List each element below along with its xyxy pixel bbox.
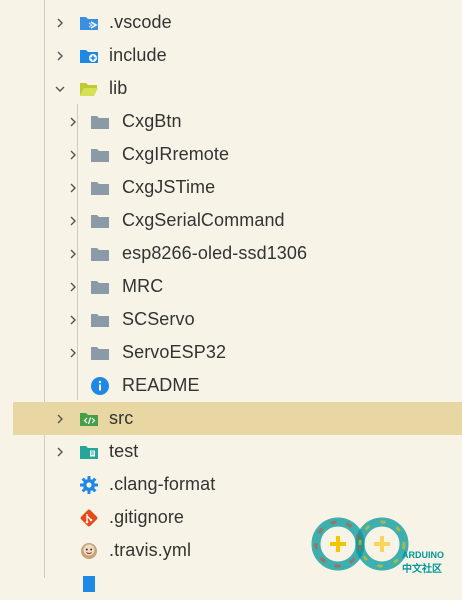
test-folder-icon bbox=[79, 442, 99, 462]
folder-icon bbox=[90, 244, 110, 264]
chevron-right-icon[interactable] bbox=[66, 346, 80, 360]
tree-item-label: .clang-format bbox=[109, 474, 216, 494]
tree-item-include[interactable]: include bbox=[0, 39, 462, 72]
tree-item-servoesp32[interactable]: ServoESP32 bbox=[0, 336, 462, 369]
travis-icon bbox=[79, 541, 99, 561]
include-folder-icon bbox=[79, 46, 99, 66]
git-icon bbox=[79, 508, 99, 528]
folder-icon bbox=[90, 145, 110, 165]
tree-item-label: .travis.yml bbox=[109, 540, 192, 560]
tree-item-label: SCServo bbox=[122, 309, 195, 329]
folder-icon bbox=[90, 178, 110, 198]
tree-item-label: CxgJSTime bbox=[122, 177, 216, 197]
folder-icon bbox=[90, 310, 110, 330]
tree-item-lib[interactable]: lib bbox=[0, 72, 462, 105]
tree-item-label: CxgBtn bbox=[122, 111, 182, 131]
chevron-right-icon[interactable] bbox=[53, 412, 67, 426]
gear-icon bbox=[79, 475, 99, 495]
chevron-right-icon[interactable] bbox=[66, 247, 80, 261]
file-explorer-tree: .vscode include lib CxgBtn CxgIRremote C… bbox=[0, 0, 462, 592]
vscode-folder-icon bbox=[79, 13, 99, 33]
logo-subtitle-text: 中文社区 bbox=[402, 562, 442, 575]
tree-item-clang-format[interactable]: .clang-format bbox=[0, 468, 462, 501]
chevron-down-icon[interactable] bbox=[53, 82, 67, 96]
folder-icon bbox=[90, 211, 110, 231]
folder-icon bbox=[90, 112, 110, 132]
arduino-community-logo: ARDUINO 中文社区 bbox=[311, 517, 444, 575]
folder-icon bbox=[90, 343, 110, 363]
src-folder-icon bbox=[79, 409, 99, 429]
file-icon bbox=[79, 574, 99, 594]
tree-item-vscode[interactable]: .vscode bbox=[0, 6, 462, 39]
tree-item-cxgirremote[interactable]: CxgIRremote bbox=[0, 138, 462, 171]
tree-item-label: esp8266-oled-ssd1306 bbox=[122, 243, 308, 263]
chevron-right-icon[interactable] bbox=[66, 115, 80, 129]
chevron-right-icon[interactable] bbox=[53, 16, 67, 30]
info-icon bbox=[90, 376, 110, 396]
chevron-right-icon[interactable] bbox=[66, 181, 80, 195]
tree-item-label: test bbox=[109, 441, 139, 461]
tree-item-label: lib bbox=[109, 78, 128, 98]
tree-item-label: src bbox=[109, 408, 134, 428]
tree-item-label: README bbox=[122, 375, 200, 395]
chevron-right-icon[interactable] bbox=[66, 280, 80, 294]
logo-brand-text: ARDUINO bbox=[402, 550, 444, 560]
tree-item-cxgjstime[interactable]: CxgJSTime bbox=[0, 171, 462, 204]
tree-item-label: CxgIRremote bbox=[122, 144, 230, 164]
tree-item-scservo[interactable]: SCServo bbox=[0, 303, 462, 336]
tree-item-readme[interactable]: README bbox=[0, 369, 462, 402]
tree-item-esp8266-oled-ssd1306[interactable]: esp8266-oled-ssd1306 bbox=[0, 237, 462, 270]
tree-item-cxgserialcommand[interactable]: CxgSerialCommand bbox=[0, 204, 462, 237]
chevron-right-icon[interactable] bbox=[66, 313, 80, 327]
lib-folder-open-icon bbox=[79, 79, 99, 99]
chevron-right-icon[interactable] bbox=[66, 214, 80, 228]
folder-icon bbox=[90, 277, 110, 297]
tree-item-test[interactable]: test bbox=[0, 435, 462, 468]
tree-item-src[interactable]: src bbox=[13, 402, 462, 435]
tree-item-cxgbtn[interactable]: CxgBtn bbox=[0, 105, 462, 138]
chevron-right-icon[interactable] bbox=[53, 445, 67, 459]
chevron-right-icon[interactable] bbox=[53, 49, 67, 63]
tree-item-label: .gitignore bbox=[109, 507, 185, 527]
tree-item-label: MRC bbox=[122, 276, 164, 296]
tree-item-label: ServoESP32 bbox=[122, 342, 227, 362]
chevron-right-icon[interactable] bbox=[66, 148, 80, 162]
tree-item-label: include bbox=[109, 45, 167, 65]
tree-item-label: .vscode bbox=[109, 12, 172, 32]
tree-item-mrc[interactable]: MRC bbox=[0, 270, 462, 303]
tree-item-label: CxgSerialCommand bbox=[122, 210, 285, 230]
